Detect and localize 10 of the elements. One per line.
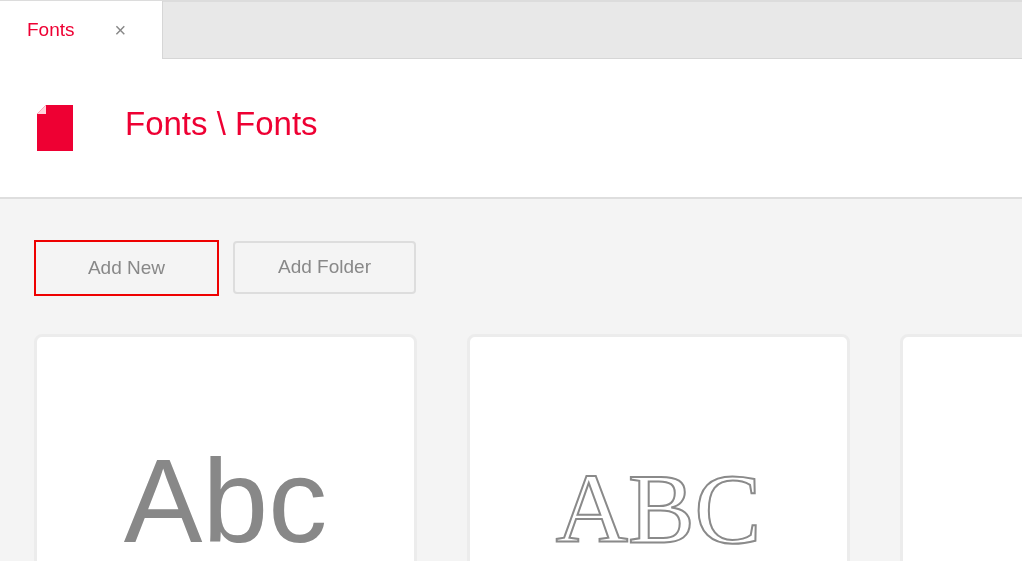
tab[interactable]: Fonts × [0, 1, 163, 59]
close-button[interactable]: × [114, 20, 127, 40]
font-sample: Abc [123, 442, 328, 560]
add-button[interactable]: Add Folder [233, 241, 416, 294]
font-card[interactable]: Abc [34, 334, 417, 561]
breadcrumb-title: Fonts \ Fonts [125, 104, 318, 145]
document-icon [37, 105, 73, 151]
font-sample: ABC [555, 459, 762, 559]
add-button[interactable]: Add New [34, 240, 219, 296]
font-card[interactable]: ABC [467, 334, 850, 561]
